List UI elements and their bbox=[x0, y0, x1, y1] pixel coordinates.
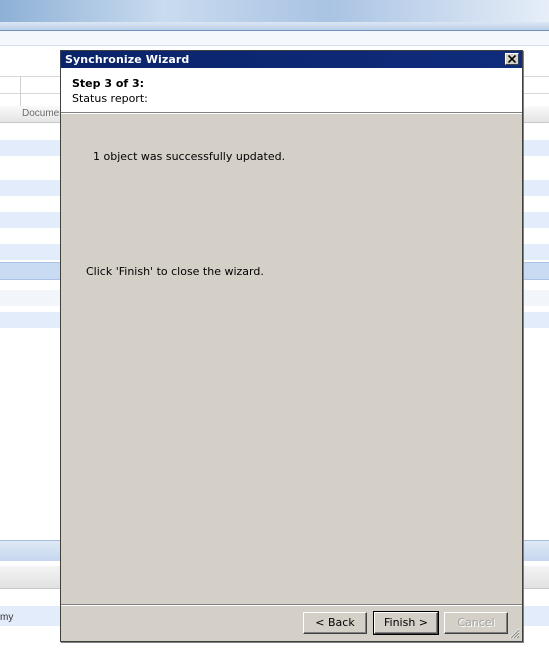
close-button[interactable] bbox=[505, 53, 519, 65]
step-indicator: Step 3 of 3: bbox=[72, 77, 145, 90]
resize-grip-icon[interactable] bbox=[509, 628, 520, 639]
wizard-header-panel: Step 3 of 3: Status report: bbox=[61, 68, 522, 114]
app-toolbar-strip bbox=[0, 31, 549, 46]
step-subtitle: Status report: bbox=[72, 92, 148, 105]
synchronize-wizard-dialog: Synchronize Wizard Step 3 of 3: Status r… bbox=[60, 50, 523, 642]
wizard-body: 1 object was successfully updated. Click… bbox=[61, 113, 522, 605]
dialog-title: Synchronize Wizard bbox=[65, 53, 190, 66]
finish-button[interactable]: Finish > bbox=[373, 611, 439, 635]
button-separator bbox=[61, 604, 522, 606]
app-column-separator bbox=[20, 76, 21, 106]
cancel-button[interactable]: Cancel bbox=[444, 612, 508, 634]
status-message: 1 object was successfully updated. bbox=[93, 150, 286, 163]
app-lower-row-text: my bbox=[0, 612, 14, 623]
back-button[interactable]: < Back bbox=[303, 612, 367, 634]
dialog-titlebar[interactable]: Synchronize Wizard bbox=[61, 51, 522, 68]
finish-instruction: Click 'Finish' to close the wizard. bbox=[86, 265, 264, 278]
app-banner bbox=[0, 0, 549, 31]
close-icon bbox=[508, 55, 516, 63]
app-grid-column-header[interactable]: Documen bbox=[22, 108, 65, 119]
